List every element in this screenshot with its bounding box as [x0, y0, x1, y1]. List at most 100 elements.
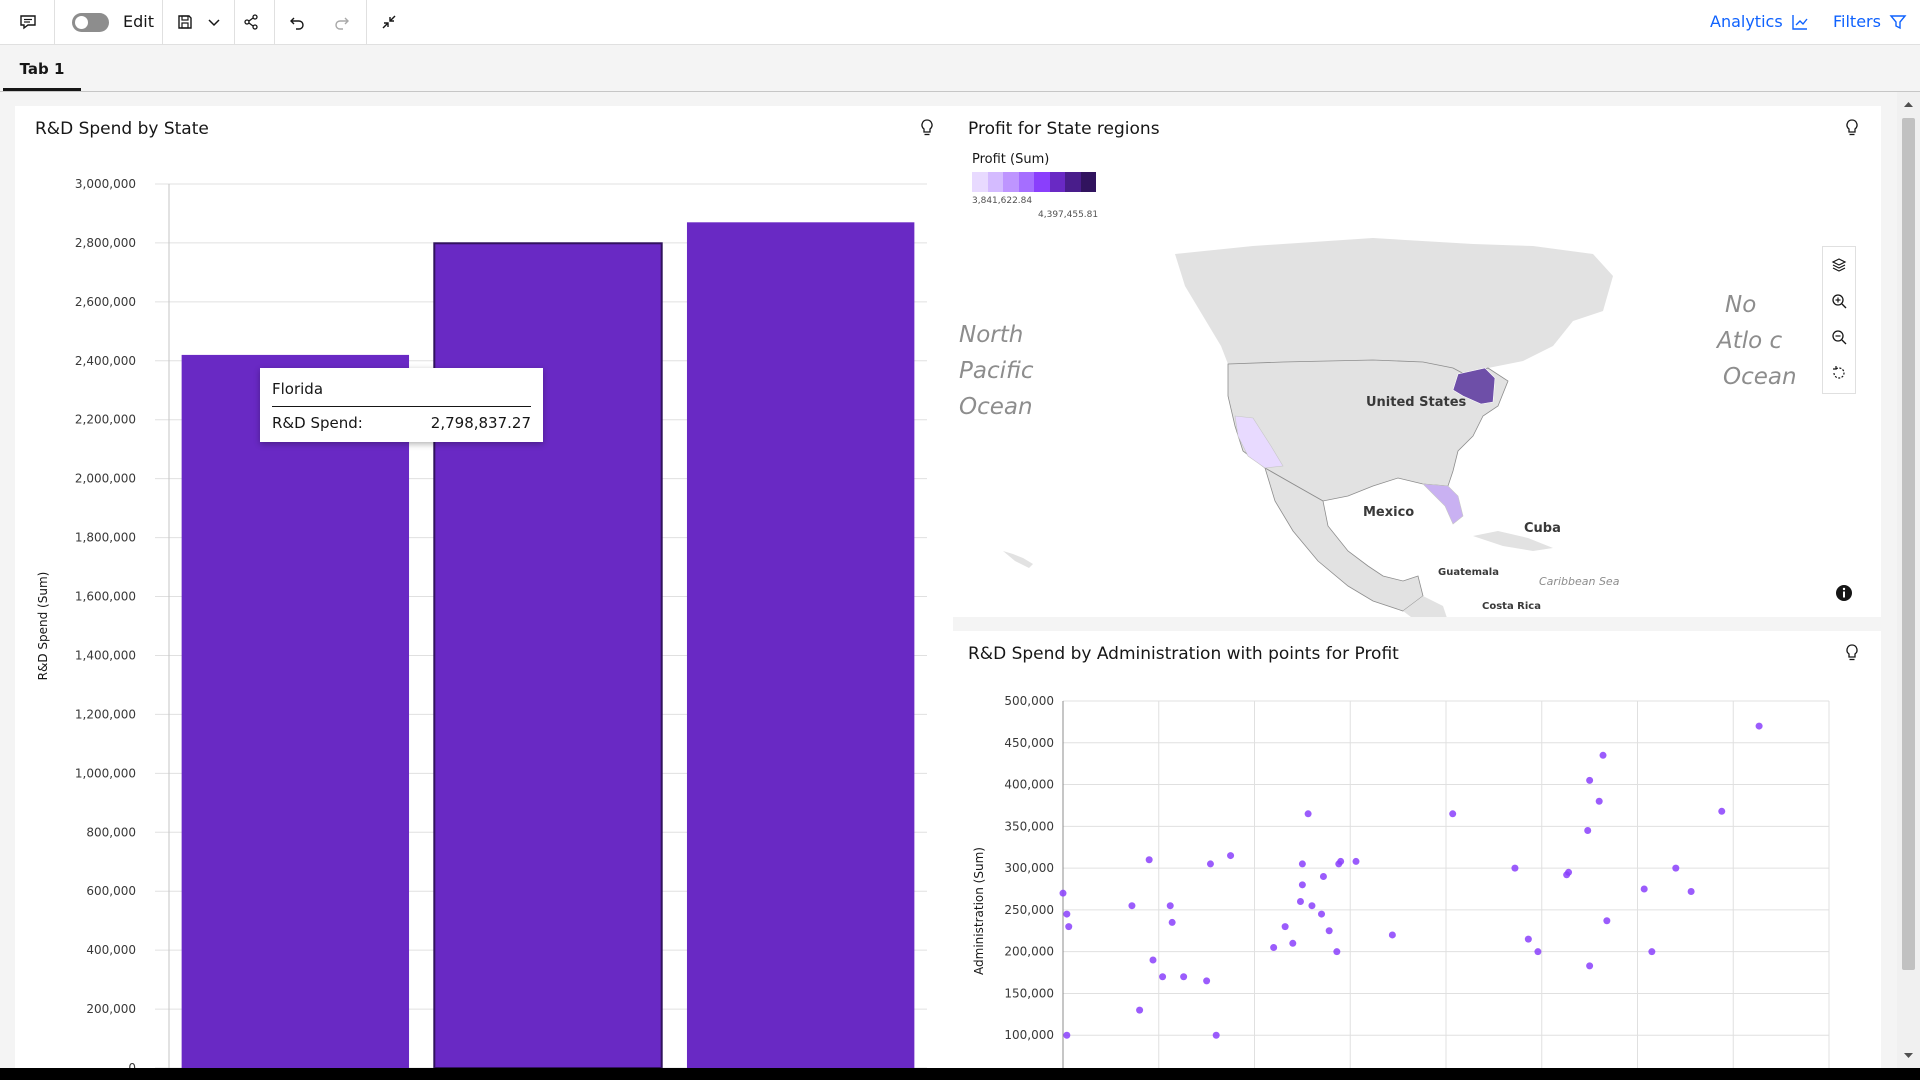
analytics-button[interactable]: Analytics	[1710, 12, 1809, 31]
scatter-point	[1319, 872, 1327, 880]
y-tick-label: 200,000	[86, 1002, 136, 1016]
edit-toggle[interactable]	[72, 13, 109, 32]
scatter-point	[1333, 948, 1341, 956]
map-label-north-pacific: North Pacific Ocean	[959, 322, 1041, 420]
collapse-button[interactable]	[374, 6, 404, 38]
y-axis-title: R&D Spend (Sum)	[36, 572, 50, 681]
y-tick-label: 500,000	[1004, 694, 1054, 708]
save-menu-button[interactable]	[202, 6, 226, 38]
scatter-point	[1595, 797, 1603, 805]
y-tick-label: 250,000	[1004, 903, 1054, 917]
layers-icon	[1831, 258, 1847, 272]
scatter-point	[1672, 864, 1680, 872]
scatter-point	[1136, 1006, 1144, 1014]
map-land-hawaii	[1003, 551, 1033, 568]
tooltip-label: R&D Spend:	[272, 414, 363, 432]
undo-button[interactable]	[282, 6, 312, 38]
filter-icon	[1889, 14, 1907, 29]
map-controls	[1822, 246, 1856, 394]
analytics-label: Analytics	[1710, 12, 1783, 31]
tab-1[interactable]: Tab 1	[3, 57, 81, 91]
toolbar-separator	[366, 0, 367, 45]
y-tick-label: 1,200,000	[75, 707, 136, 721]
y-tick-label: 600,000	[86, 884, 136, 898]
comment-icon	[20, 15, 36, 30]
y-tick-label: 100,000	[1004, 1028, 1054, 1042]
y-tick-label: 800,000	[86, 825, 136, 839]
scatter-point	[1584, 827, 1592, 835]
scatter-point	[1755, 722, 1763, 730]
layers-button[interactable]	[1823, 247, 1855, 283]
scatter-point	[1352, 857, 1360, 865]
scatter-point	[1586, 962, 1594, 970]
y-axis-title: Administration (Sum)	[972, 847, 986, 975]
scatter-point	[1145, 856, 1153, 864]
scatter-point	[1586, 776, 1594, 784]
scatter-point	[1565, 868, 1573, 876]
save-icon	[178, 15, 192, 29]
scatter-point	[1289, 939, 1297, 947]
scatter-point	[1203, 977, 1211, 985]
zoom-in-button[interactable]	[1823, 283, 1855, 319]
scatter-point	[1270, 943, 1278, 951]
bar-chart-widget[interactable]: R&D Spend by State R&D Spend (Sum) 0 200,…	[15, 106, 953, 1068]
reset-icon	[1833, 366, 1845, 379]
scatter-chart: Administration (Sum) 50,000100,000150,00…	[972, 694, 1830, 1068]
scatter-point	[1128, 902, 1136, 910]
scatter-point	[1687, 888, 1695, 896]
dashboard-canvas: R&D Spend by State R&D Spend (Sum) 0 200,…	[0, 92, 1897, 1068]
y-tick-label: 2,600,000	[75, 295, 136, 309]
scatter-point	[1511, 864, 1519, 872]
scrollbar-thumb[interactable]	[1902, 118, 1915, 970]
scatter-point	[1603, 917, 1611, 925]
scatter-point	[1640, 885, 1648, 893]
comment-button[interactable]	[12, 6, 44, 38]
y-tick-label: 1,400,000	[75, 648, 136, 662]
info-icon[interactable]	[1835, 584, 1853, 602]
scroll-down-icon[interactable]	[1897, 1048, 1920, 1064]
scroll-up-icon[interactable]	[1897, 96, 1920, 112]
bar-tooltip: Florida R&D Spend: 2,798,837.27	[260, 368, 543, 442]
scatter-point	[1298, 860, 1306, 868]
save-button[interactable]	[170, 6, 200, 38]
bar	[686, 222, 915, 1068]
map-widget[interactable]: Profit for State regions Profit (Sum) 3,…	[953, 106, 1881, 617]
y-tick-label: 1,800,000	[75, 531, 136, 545]
scatter-point	[1718, 807, 1726, 815]
map-label-cuba: Cuba	[1524, 521, 1561, 536]
map-label-north-atlantic: No Atlo c Ocean	[1715, 292, 1797, 390]
scatter-widget[interactable]: R&D Spend by Administration with points …	[953, 631, 1881, 1068]
scatter-point	[1308, 902, 1316, 910]
toolbar-separator	[274, 0, 275, 45]
scatter-point	[1180, 973, 1188, 981]
y-tick-label: 2,000,000	[75, 472, 136, 486]
undo-icon	[290, 17, 304, 30]
chevron-down-icon	[208, 19, 220, 27]
y-tick-label: 1,000,000	[75, 766, 136, 780]
bar	[433, 242, 663, 1068]
scatter-point	[1212, 1031, 1220, 1039]
analytics-icon	[1791, 14, 1808, 30]
scatter-point	[1063, 1031, 1071, 1039]
y-tick-label: 150,000	[1004, 986, 1054, 1000]
y-tick-label: 450,000	[1004, 736, 1054, 750]
toolbar-separator	[234, 0, 235, 45]
y-tick-label: 2,200,000	[75, 413, 136, 427]
north-america-map[interactable]: North Pacific Ocean No Atlo c Ocean Unit…	[953, 106, 1881, 617]
filters-button[interactable]: Filters	[1833, 12, 1907, 31]
scatter-point	[1449, 810, 1457, 818]
share-button[interactable]	[236, 6, 266, 38]
redo-button[interactable]	[327, 6, 357, 38]
vertical-scrollbar[interactable]	[1897, 92, 1920, 1068]
reset-view-button[interactable]	[1823, 355, 1855, 391]
y-tick-label: 300,000	[1004, 861, 1054, 875]
scatter-point	[1298, 881, 1306, 889]
zoom-out-button[interactable]	[1823, 319, 1855, 355]
scatter-point	[1168, 918, 1176, 926]
state-florida[interactable]	[1422, 483, 1464, 525]
tab-label: Tab 1	[19, 60, 65, 78]
tab-bar: Tab 1	[0, 45, 1920, 92]
y-tick-label: 1,600,000	[75, 590, 136, 604]
zoom-out-icon	[1832, 330, 1847, 345]
toolbar-separator	[162, 0, 163, 45]
